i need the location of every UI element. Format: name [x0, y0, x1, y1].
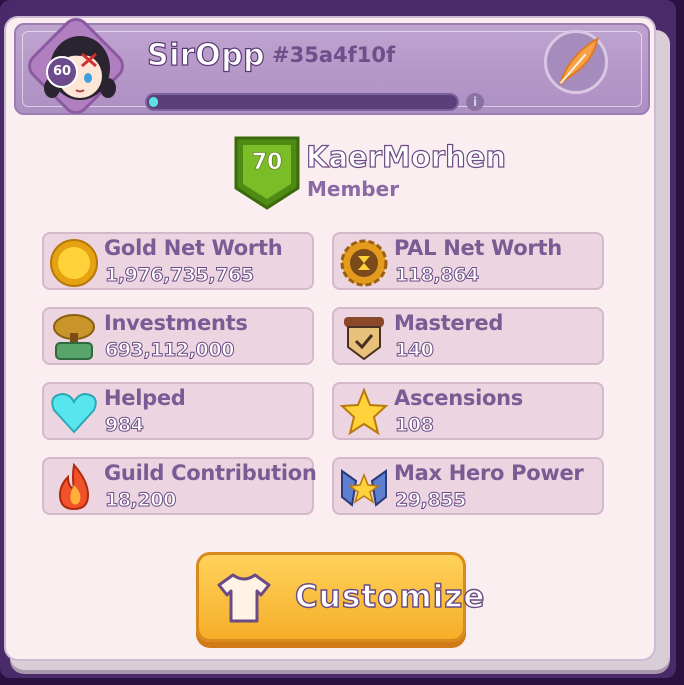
- avatar[interactable]: 60: [18, 12, 130, 120]
- stat-card-gold-net-worth: Gold Net Worth 1,976,735,765: [42, 232, 314, 290]
- feather-quill-icon: [558, 36, 599, 86]
- heart-icon: [51, 392, 97, 434]
- player-name: SirOpp: [146, 37, 266, 73]
- stat-value: 29,855: [395, 489, 467, 512]
- stat-value: 984: [104, 414, 144, 437]
- stat-label: PAL Net Worth: [394, 236, 562, 260]
- hero-power-icon: [341, 469, 387, 507]
- flame-icon: [58, 462, 90, 511]
- star-icon: [339, 387, 389, 436]
- player-id: #35a4f10f: [272, 43, 396, 67]
- stat-value: 140: [394, 339, 434, 362]
- stat-card-investments: Investments 693,112,000: [42, 307, 314, 365]
- stat-label: Ascensions: [394, 386, 523, 410]
- stat-value: 108: [394, 414, 434, 437]
- stat-label: Helped: [104, 386, 186, 410]
- pal-gear-icon: [340, 239, 388, 287]
- gold-coin-icon: [50, 239, 98, 287]
- xp-bar: [145, 93, 459, 111]
- edit-profile-button[interactable]: [544, 30, 608, 94]
- stat-label: Guild Contribution: [104, 461, 317, 485]
- shirt-icon: [217, 573, 271, 623]
- stat-value: 18,200: [105, 489, 177, 512]
- investment-tree-icon: [53, 314, 95, 360]
- guild-level: 70: [251, 150, 283, 176]
- mastered-scroll-icon: [344, 317, 384, 361]
- stat-card-guild-contribution: Guild Contribution 18,200: [42, 457, 317, 515]
- info-icon[interactable]: i: [466, 93, 484, 111]
- customize-label: Customize: [294, 578, 486, 615]
- stat-value: 1,976,735,765: [105, 264, 255, 287]
- stat-card-helped: Helped 984: [42, 382, 314, 440]
- stat-value: 693,112,000: [104, 339, 235, 362]
- stat-card-pal-net-worth: PAL Net Worth 118,864: [332, 232, 604, 290]
- stat-card-max-hero-power: Max Hero Power 29,855: [332, 457, 604, 515]
- stat-value: 118,864: [395, 264, 480, 287]
- stat-card-ascensions: Ascensions 108: [332, 382, 604, 440]
- stat-label: Max Hero Power: [394, 461, 584, 485]
- guild-name[interactable]: KaerMorhen: [305, 139, 506, 174]
- xp-bar-fill: [149, 97, 158, 107]
- customize-button[interactable]: Customize: [196, 552, 485, 642]
- guild-role: Member: [307, 177, 400, 201]
- stat-label: Gold Net Worth: [104, 236, 283, 260]
- player-level-badge: 60: [46, 56, 78, 88]
- stat-label: Mastered: [394, 311, 504, 335]
- stat-card-mastered: Mastered 140: [332, 307, 604, 365]
- stat-label: Investments: [104, 311, 248, 335]
